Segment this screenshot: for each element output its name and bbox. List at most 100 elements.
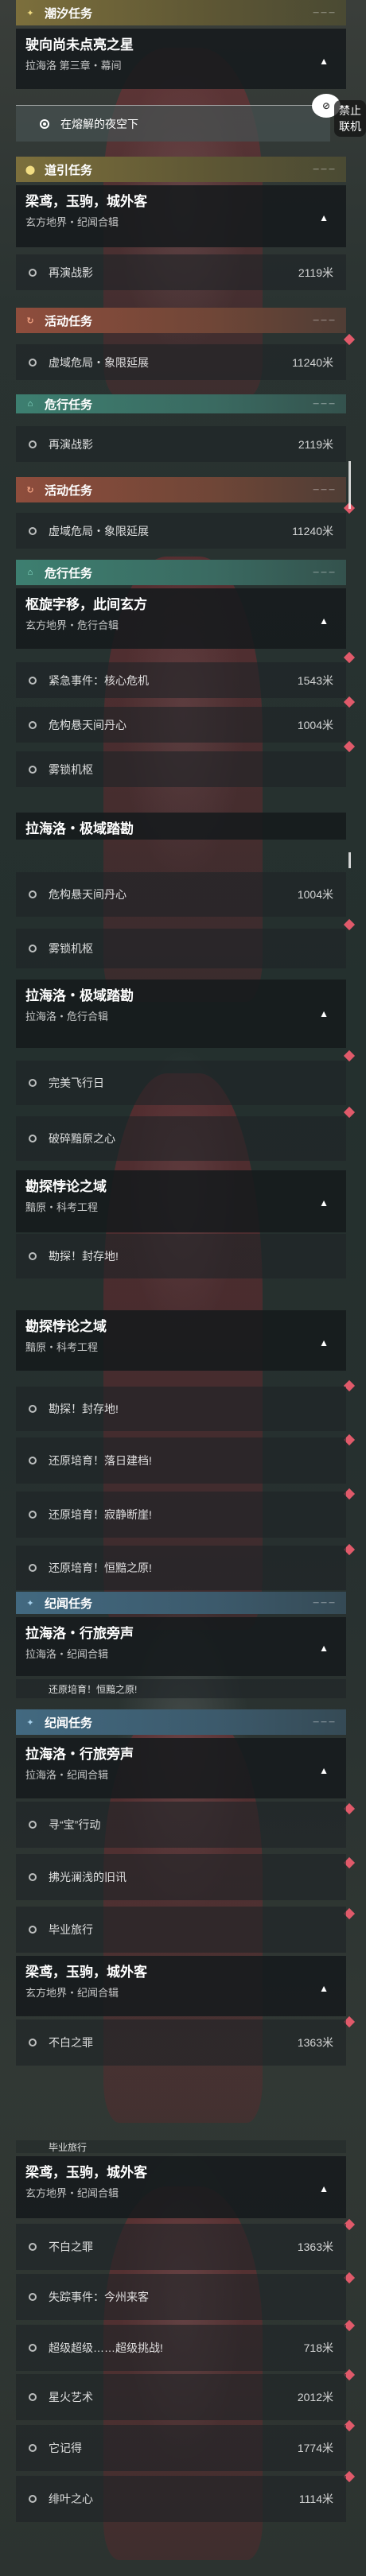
objective-label: 勘探！封存地! [49, 1250, 119, 1263]
objective-row[interactable]: 勘探！封存地! [16, 1234, 346, 1278]
objective-row[interactable]: 虚域危局・象限延展 11240米 [16, 344, 346, 380]
star-icon: ✦ [26, 8, 34, 18]
objective-circle-icon [29, 2344, 37, 2352]
objective-label: 紧急事件：核心危机 [49, 673, 149, 687]
group-header-peril[interactable]: ⌂ 危行任务 — — — [16, 560, 346, 585]
chevron-up-icon[interactable]: ▲ [319, 56, 329, 67]
quest-card[interactable]: 勘探悖论之域 黯原・科考工程 ▲ [16, 1170, 346, 1232]
quest-subtitle: 拉海洛・危行合辑 [25, 1011, 109, 1022]
objective-row[interactable]: 勘探！封存地! [16, 1387, 346, 1431]
objective-row[interactable]: 破碎黯原之心 [16, 1116, 346, 1161]
chevron-up-icon[interactable]: ▲ [319, 1008, 329, 1019]
objective-label: 不白之罪 [49, 2240, 93, 2253]
chevron-up-icon[interactable]: ▲ [319, 1337, 329, 1348]
distance-label: 1543米 [297, 673, 333, 687]
objective-row[interactable]: 拂光澜浅的旧讯 [16, 1854, 346, 1900]
objective-row[interactable]: 寻“宝”行动 [16, 1802, 346, 1848]
distance-label: 2012米 [297, 2391, 333, 2403]
objective-row[interactable]: 毕业旅行 [16, 2140, 346, 2153]
group-label: 潮汐任务 [45, 6, 93, 21]
objective-row[interactable]: 还原培育！寂静断崖! [16, 1492, 346, 1538]
objective-circle-icon [29, 1564, 37, 1572]
objective-row[interactable]: 失踪事件：今州来客 [16, 2274, 346, 2320]
objective-circle-icon [29, 1135, 37, 1143]
scrollbar-thumb[interactable] [348, 852, 351, 868]
chevron-up-icon[interactable]: ▲ [319, 2183, 329, 2194]
objective-circle-icon [29, 2039, 37, 2046]
objective-circle-icon [29, 1079, 37, 1087]
quest-card[interactable]: 梁鸢，玉驹，城外客 玄方地界・纪闻合辑 ▲ [16, 2156, 346, 2218]
quest-card[interactable]: 枢旋字移，此间玄方 玄方地界・危行合辑 ▲ [16, 588, 346, 649]
objective-row[interactable]: 不白之罪 1363米 [16, 2019, 346, 2066]
objective-row[interactable]: 危构悬天间丹心 1004米 [16, 707, 346, 743]
objective-row[interactable]: 危构悬天间丹心 1004米 [16, 872, 346, 917]
quest-title: 拉海洛・极域踏勘 [25, 988, 134, 1003]
objective-row[interactable]: 雾锁机枢 [16, 751, 346, 787]
objective-row[interactable]: 再演战影 2119米 [16, 426, 346, 462]
objective-label: 拂光澜浅的旧讯 [49, 1871, 127, 1884]
chevron-up-icon[interactable]: ▲ [319, 1197, 329, 1208]
objective-row[interactable]: 毕业旅行 [16, 1907, 346, 1953]
objective-row[interactable]: 还原培育！恒黯之原! [16, 1679, 346, 1698]
group-header-chronicle[interactable]: ✦ 纪闻任务 — — — [16, 1592, 346, 1614]
quest-card[interactable]: 驶向尚未点亮之星 拉海洛 第三章・幕间 ▲ [16, 29, 346, 89]
quest-card[interactable]: 拉海洛・极域踏勘 拉海洛・危行合辑 ▲ [16, 980, 346, 1048]
objective-row[interactable]: 超级超级……超级挑战! 718米 [16, 2325, 346, 2371]
objective-circle-icon [29, 2495, 37, 2503]
quest-card[interactable]: 拉海洛・行旅旁声 拉海洛・纪闻合辑 ▲ [16, 1738, 346, 1798]
quest-card[interactable]: 拉海洛・行旅旁声 拉海洛・纪闻合辑 ▲ [16, 1617, 346, 1676]
objective-circle-icon [29, 2393, 37, 2401]
location-pin-icon: ⬤ [25, 165, 36, 175]
objective-row[interactable]: 紧急事件：核心危机 1543米 [16, 662, 346, 698]
quest-card[interactable]: 勘探悖论之域 黯原・科考工程 ▲ [16, 1310, 346, 1371]
objective-circle-icon [29, 358, 37, 367]
group-header-peril[interactable]: ⌂ 危行任务 — — — [16, 394, 346, 413]
star-icon: ✦ [26, 1717, 34, 1728]
chevron-up-icon[interactable]: ▲ [319, 1643, 329, 1654]
quest-card[interactable]: 梁鸢，玉驹，城外客 玄方地界・纪闻合辑 ▲ [16, 185, 346, 247]
chevron-up-icon[interactable]: ▲ [319, 615, 329, 627]
quest-title: 勘探悖论之域 [25, 1319, 107, 1334]
objective-row[interactable]: 还原培育！落日建档! [16, 1437, 346, 1484]
group-label: 道引任务 [45, 163, 93, 177]
objective-row[interactable]: 完美飞行日 [16, 1061, 346, 1105]
quest-card[interactable]: 拉海洛・极域踏勘 [16, 813, 346, 840]
chevron-up-icon[interactable]: ▲ [319, 1983, 329, 1994]
no-coop-badge: 禁止联机 [334, 100, 366, 137]
chevron-up-icon[interactable]: ▲ [319, 1765, 329, 1776]
objective-label: 还原培育！落日建档! [49, 1454, 152, 1467]
group-header-event[interactable]: ↻ 活动任务 — — — [16, 308, 346, 333]
quest-title: 拉海洛・行旅旁声 [25, 1747, 134, 1762]
objective-row[interactable]: 再演战影 2119米 [16, 254, 346, 290]
objective-row[interactable]: 还原培育！恒黯之原! [16, 1546, 346, 1590]
objective-row[interactable]: 它记得 1774米 [16, 2425, 346, 2471]
header-tag: — — — [313, 401, 335, 407]
objective-row[interactable]: 不白之罪 1363米 [16, 2224, 346, 2270]
quest-card[interactable]: 梁鸢，玉驹，城外客 玄方地界・纪闻合辑 ▲ [16, 1956, 346, 2016]
chevron-up-icon[interactable]: ▲ [319, 212, 329, 223]
group-label: 危行任务 [45, 566, 93, 580]
group-header-chronicle[interactable]: ✦ 纪闻任务 — — — [16, 1709, 346, 1735]
scrollbar-thumb[interactable] [348, 461, 351, 509]
peril-icon: ⌂ [27, 399, 33, 409]
objective-label: 勘探！封存地! [49, 1402, 119, 1415]
distance-label: 2119米 [298, 266, 333, 279]
objective-circle-icon [29, 890, 37, 898]
event-icon: ↻ [26, 485, 34, 495]
objective-circle-icon [29, 676, 37, 685]
quest-title: 梁鸢，玉驹，城外客 [25, 1965, 147, 1980]
header-tag: — — — [313, 1600, 335, 1606]
group-label: 活动任务 [45, 483, 93, 498]
objective-row[interactable]: 雾锁机枢 [16, 929, 346, 968]
objective-row[interactable]: 星火艺术 2012米 [16, 2374, 346, 2420]
group-header-event[interactable]: ↻ 活动任务 — — — [16, 477, 346, 502]
group-header-tide[interactable]: ✦ 潮汐任务 — — — [16, 0, 346, 25]
quest-subtitle: 玄方地界・危行合辑 [25, 619, 119, 631]
objective-row[interactable]: 绯叶之心 1114米 [16, 2476, 346, 2522]
objective-row[interactable]: 虚域危局・象限延展 11240米 [16, 513, 346, 549]
objective-circle-icon [29, 1926, 37, 1934]
selected-objective[interactable]: 在熔解的夜空下 [16, 105, 330, 142]
objective-label: 还原培育！恒黯之原! [49, 1562, 152, 1574]
group-header-guide[interactable]: ⬤ 道引任务 — — — [16, 157, 346, 182]
header-tag: — — — [313, 10, 335, 16]
